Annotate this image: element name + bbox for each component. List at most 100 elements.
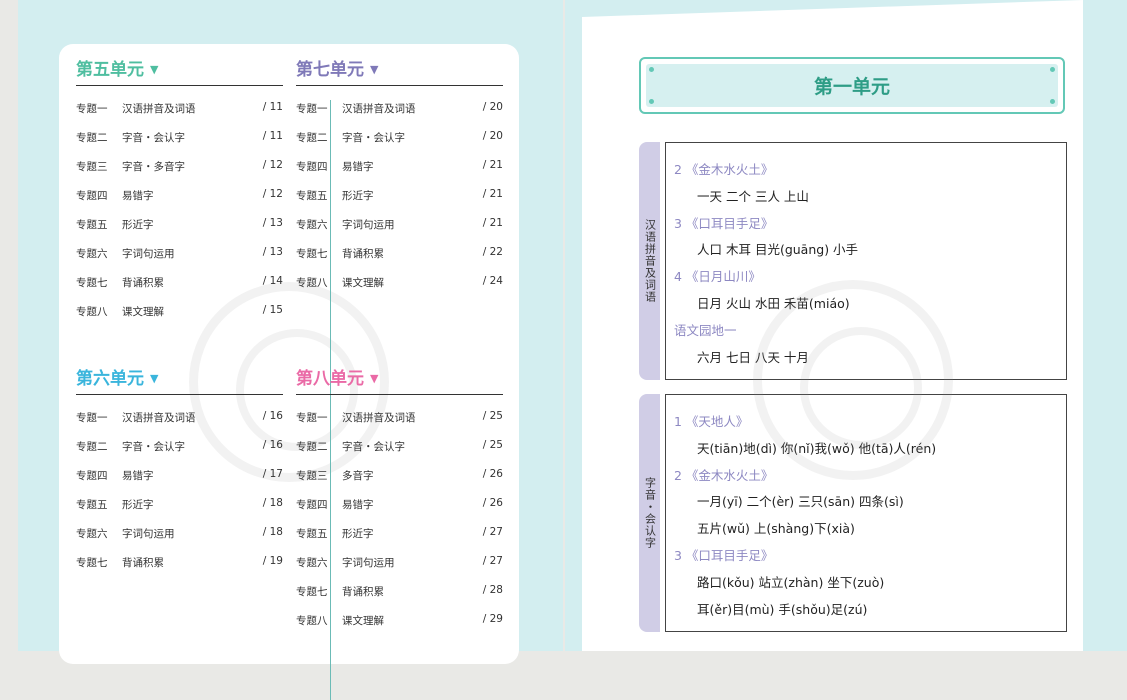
lesson-heading: 2 《金木水火土》 (674, 467, 774, 483)
toc-number: 专题三 (296, 470, 328, 482)
toc-row[interactable]: 专题五 形近字 / 13 (76, 217, 283, 233)
word-line: 人口 木耳 目光(guāng) 小手 (697, 242, 859, 258)
toc-number: 专题六 (296, 557, 328, 569)
toc-row[interactable]: 专题二 字音・会认字 / 20 (296, 130, 503, 146)
toc-number: 专题八 (296, 277, 328, 289)
toc-name: 形近字 (122, 219, 154, 231)
toc-name: 易错字 (342, 499, 374, 511)
toc-page: / 26 (482, 468, 503, 480)
lesson-heading: 4 《日月山川》 (674, 269, 761, 285)
unit-banner: 第一单元 (639, 57, 1065, 114)
toc-row[interactable]: 专题七 背诵积累 / 28 (296, 584, 503, 600)
toc-page: / 11 (262, 101, 283, 113)
toc-row[interactable]: 专题六 字词句运用 / 18 (76, 526, 283, 542)
toc-row[interactable]: 专题七 背诵积累 / 19 (76, 555, 283, 571)
section-rule (296, 85, 503, 86)
toc-page: / 22 (482, 246, 503, 258)
section-title: 第七单元 ▼ (296, 60, 379, 80)
toc-page: / 21 (482, 217, 503, 229)
toc-name: 字词句运用 (342, 219, 395, 231)
toc-page: / 29 (482, 613, 503, 625)
toc-number: 专题七 (296, 248, 328, 260)
toc-row[interactable]: 专题四 易错字 / 12 (76, 188, 283, 204)
toc-number: 专题四 (296, 161, 328, 173)
watermark-stamp (753, 280, 953, 480)
toc-row[interactable]: 专题二 字音・会认字 / 25 (296, 439, 503, 455)
toc-name: 字音・会认字 (342, 132, 405, 144)
toc-number: 专题五 (76, 499, 108, 511)
toc-row[interactable]: 专题八 课文理解 / 15 (76, 304, 283, 320)
toc-number: 专题一 (296, 103, 328, 115)
toc-row[interactable]: 专题一 汉语拼音及词语 / 25 (296, 410, 503, 426)
triangle-down-icon: ▼ (150, 63, 159, 76)
toc-page: / 20 (482, 130, 503, 142)
unit-title: 第一单元 (813, 76, 890, 98)
toc-number: 专题一 (76, 103, 108, 115)
toc-name: 课文理解 (342, 277, 384, 289)
toc-number: 专题五 (76, 219, 108, 231)
toc-row[interactable]: 专题二 字音・会认字 / 16 (76, 439, 283, 455)
toc-page: / 20 (482, 101, 503, 113)
toc-row[interactable]: 专题六 字词句运用 / 21 (296, 217, 503, 233)
toc-name: 形近字 (342, 528, 374, 540)
toc-number: 专题六 (296, 219, 328, 231)
toc-row[interactable]: 专题七 背诵积累 / 14 (76, 275, 283, 291)
toc-page: / 17 (262, 468, 283, 480)
toc-number: 专题七 (296, 586, 328, 598)
toc-row[interactable]: 专题一 汉语拼音及词语 / 16 (76, 410, 283, 426)
word-line: 路口(kǒu) 站立(zhàn) 坐下(zuò) (697, 574, 885, 590)
toc-number: 专题三 (76, 161, 108, 173)
toc-row[interactable]: 专题一 汉语拼音及词语 / 11 (76, 101, 283, 117)
toc-row[interactable]: 专题八 课文理解 / 24 (296, 275, 503, 291)
toc-page: / 13 (262, 217, 283, 229)
toc-number: 专题四 (76, 470, 108, 482)
toc-number: 专题五 (296, 528, 328, 540)
banner-dot (649, 99, 654, 104)
toc-number: 专题一 (296, 412, 328, 424)
page-wedge (582, 0, 1083, 17)
toc-row[interactable]: 专题六 字词句运用 / 13 (76, 246, 283, 262)
toc-row[interactable]: 专题七 背诵积累 / 22 (296, 246, 503, 262)
toc-page: / 11 (262, 130, 283, 142)
block-tab: 汉语拼音及词语 (639, 142, 660, 380)
toc-row[interactable]: 专题四 易错字 / 21 (296, 159, 503, 175)
toc-name: 汉语拼音及词语 (122, 412, 196, 424)
toc-row[interactable]: 专题五 形近字 / 18 (76, 497, 283, 513)
toc-name: 易错字 (342, 161, 374, 173)
toc-page: / 14 (262, 275, 283, 287)
toc-number: 专题七 (76, 277, 108, 289)
toc-row[interactable]: 专题三 字音・多音字 / 12 (76, 159, 283, 175)
left-page: 第五单元 ▼ 专题一 汉语拼音及词语/ 11 专题二 字音・会认字/ 11 专题三 字音・多… (18, 0, 563, 700)
toc-row[interactable]: 专题四 易错字 / 26 (296, 497, 503, 513)
banner-dot (649, 67, 654, 72)
toc-name: 字词句运用 (122, 248, 175, 260)
lesson-heading: 1 《天地人》 (674, 414, 749, 429)
lesson-heading: 3 《口耳目手足》 (674, 548, 774, 563)
lesson-heading: 语文园地一 (674, 322, 737, 338)
toc-number: 专题六 (76, 528, 108, 540)
toc-row[interactable]: 专题一 汉语拼音及词语 / 20 (296, 101, 503, 117)
toc-name: 形近字 (122, 499, 154, 511)
toc-number: 专题四 (76, 190, 108, 202)
toc-page: / 24 (482, 275, 503, 287)
toc-row[interactable]: 专题六 字词句运用 / 27 (296, 555, 503, 571)
toc-row[interactable]: 专题四 易错字 / 17 (76, 468, 283, 484)
toc-name: 汉语拼音及词语 (342, 103, 416, 115)
toc-page: / 21 (482, 159, 503, 171)
toc-page: / 28 (482, 584, 503, 596)
toc-page: / 25 (482, 439, 503, 451)
toc-name: 形近字 (342, 190, 374, 202)
section-title: 第六单元 ▼ (76, 369, 159, 389)
toc-name: 课文理解 (122, 306, 164, 318)
toc-card: 第五单元 ▼ 专题一 汉语拼音及词语/ 11 专题二 字音・会认字/ 11 专题三 字音・多… (59, 44, 519, 700)
section-title: 第八单元 ▼ (296, 369, 379, 389)
toc-row[interactable]: 专题八 课文理解 / 29 (296, 613, 503, 629)
toc-page: / 13 (262, 246, 283, 258)
toc-row[interactable]: 专题三 多音字 / 26 (296, 468, 503, 484)
toc-name: 字词句运用 (342, 557, 395, 569)
toc-row[interactable]: 专题五 形近字 / 27 (296, 526, 503, 542)
toc-row[interactable]: 专题五 形近字 / 21 (296, 188, 503, 204)
banner-dot (1050, 99, 1055, 104)
toc-row[interactable]: 专题二 字音・会认字 / 11 (76, 130, 283, 146)
toc-number: 专题六 (76, 248, 108, 260)
